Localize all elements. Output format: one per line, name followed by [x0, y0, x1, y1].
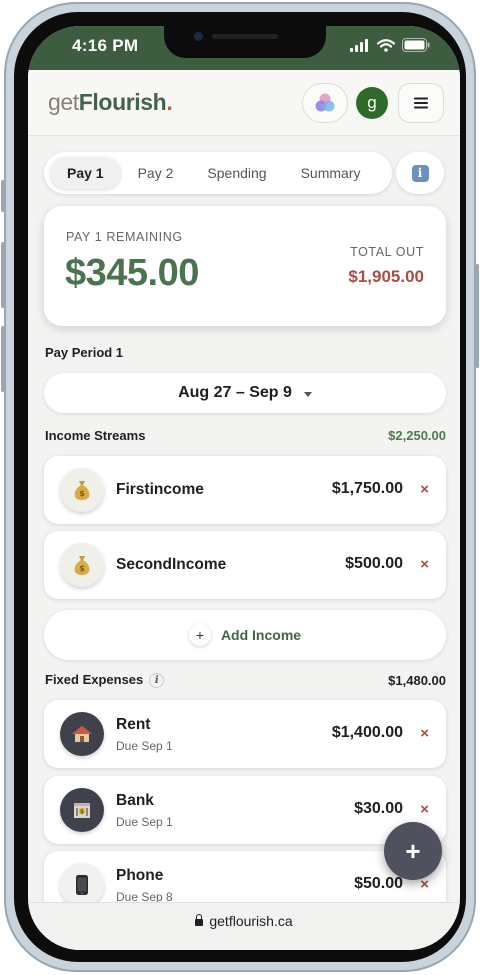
logo-get: get: [48, 89, 79, 115]
mute-switch: [1, 180, 5, 212]
battery-icon: [402, 38, 430, 52]
income-amount: $1,750.00: [331, 480, 403, 497]
status-time: 4:16 PM: [72, 36, 139, 55]
expense-due-date: Due Sep 1: [116, 815, 173, 829]
theme-button[interactable]: [302, 83, 348, 123]
caret-down-icon: [303, 391, 312, 397]
fixed-expenses-heading: Fixed Expenses i: [45, 672, 165, 689]
app-header: getFlourish. g: [28, 70, 460, 136]
info-icon: i: [411, 164, 429, 182]
remove-icon[interactable]: ×: [420, 801, 429, 818]
add-income-button[interactable]: + Add Income: [44, 610, 446, 660]
tab-truncated[interactable]: D: [377, 157, 392, 189]
expense-amount: $1,400.00: [331, 724, 403, 741]
house-icon: [60, 712, 104, 756]
income-streams-label: Income Streams: [45, 428, 146, 443]
tab-bar: Pay 1 Pay 2 Spending Summary D: [44, 152, 392, 194]
menu-button[interactable]: [398, 83, 444, 123]
income-amount: $500.00: [345, 555, 403, 572]
tab-spending[interactable]: Spending: [190, 157, 283, 189]
earpiece-speaker: [212, 34, 278, 39]
screen: 4:16 PM getFlourish. g Pay 1 Pay 2 Spend…: [28, 26, 460, 950]
url-text: getflourish.ca: [209, 913, 293, 929]
logo-dot: .: [166, 89, 173, 115]
info-icon[interactable]: i: [149, 673, 165, 689]
plus-icon: +: [188, 624, 211, 646]
hamburger-menu-icon: [414, 97, 428, 109]
mobile-phone-icon: [60, 863, 104, 907]
remove-icon[interactable]: ×: [420, 481, 429, 498]
browser-url-bar[interactable]: getflourish.ca: [28, 902, 460, 950]
add-fab-button[interactable]: +: [384, 822, 442, 880]
notch: [164, 26, 326, 58]
logo-flourish: Flourish: [78, 89, 167, 115]
bank-icon: $: [60, 788, 104, 832]
expense-name: Phone: [116, 867, 164, 884]
svg-text:$: $: [80, 809, 84, 816]
remaining-label: PAY 1 REMAINING: [66, 230, 183, 244]
url-display: getflourish.ca: [28, 913, 460, 929]
money-bag-icon: $: [60, 468, 104, 512]
expense-row-bank[interactable]: $ Bank Due Sep 1 $30.00 ×: [44, 776, 446, 844]
remove-icon[interactable]: ×: [420, 556, 429, 573]
expense-amount: $30.00: [354, 800, 403, 817]
income-total: $2,250.00: [388, 428, 446, 443]
money-bag-icon: $: [60, 543, 104, 587]
getflourish-logo[interactable]: getFlourish.: [48, 89, 173, 116]
pay-summary-card: PAY 1 REMAINING $345.00 TOTAL OUT $1,905…: [44, 206, 446, 326]
expense-due-date: Due Sep 1: [116, 739, 173, 753]
avatar[interactable]: g: [356, 87, 388, 119]
status-bar: 4:16 PM: [28, 26, 460, 70]
tab-pay-2[interactable]: Pay 2: [121, 157, 191, 189]
remove-icon[interactable]: ×: [420, 725, 429, 742]
tab-pay-1[interactable]: Pay 1: [50, 157, 121, 189]
expense-name: Bank: [116, 792, 154, 809]
volume-up-button: [1, 242, 5, 308]
expense-amount: $50.00: [354, 875, 403, 892]
pay-period-label: Pay Period 1: [45, 345, 124, 360]
pay-period-range: Aug 27 – Sep 9: [178, 384, 292, 401]
total-out-value: $1,905.00: [348, 267, 424, 286]
overlapping-circles-icon: [315, 93, 335, 112]
wifi-icon: [377, 38, 395, 52]
svg-text:$: $: [79, 489, 85, 498]
fixed-expenses-total: $1,480.00: [388, 673, 446, 688]
status-icons: [350, 38, 430, 52]
fixed-expenses-label: Fixed Expenses: [45, 672, 144, 687]
front-camera: [194, 32, 203, 41]
expense-name: Rent: [116, 716, 151, 733]
info-button[interactable]: i: [396, 152, 444, 194]
pay-period-selector[interactable]: Aug 27 – Sep 9: [44, 373, 446, 413]
total-out-label: TOTAL OUT: [350, 245, 424, 259]
income-row-first[interactable]: $ Firstincome $1,750.00 ×: [44, 456, 446, 524]
income-name: SecondIncome: [116, 556, 227, 573]
signal-icon: [350, 38, 368, 52]
expense-row-rent[interactable]: Rent Due Sep 1 $1,400.00 ×: [44, 700, 446, 768]
lock-icon: [195, 914, 204, 926]
income-row-second[interactable]: $ SecondIncome $500.00 ×: [44, 531, 446, 599]
volume-down-button: [1, 326, 5, 392]
tab-summary[interactable]: Summary: [284, 157, 378, 189]
income-name: Firstincome: [116, 481, 204, 498]
remaining-value: $345.00: [65, 252, 199, 294]
add-income-label: Add Income: [220, 627, 302, 643]
phone-frame: 4:16 PM getFlourish. g Pay 1 Pay 2 Spend…: [1, 2, 479, 972]
svg-text:$: $: [79, 564, 85, 573]
power-button: [475, 264, 479, 368]
